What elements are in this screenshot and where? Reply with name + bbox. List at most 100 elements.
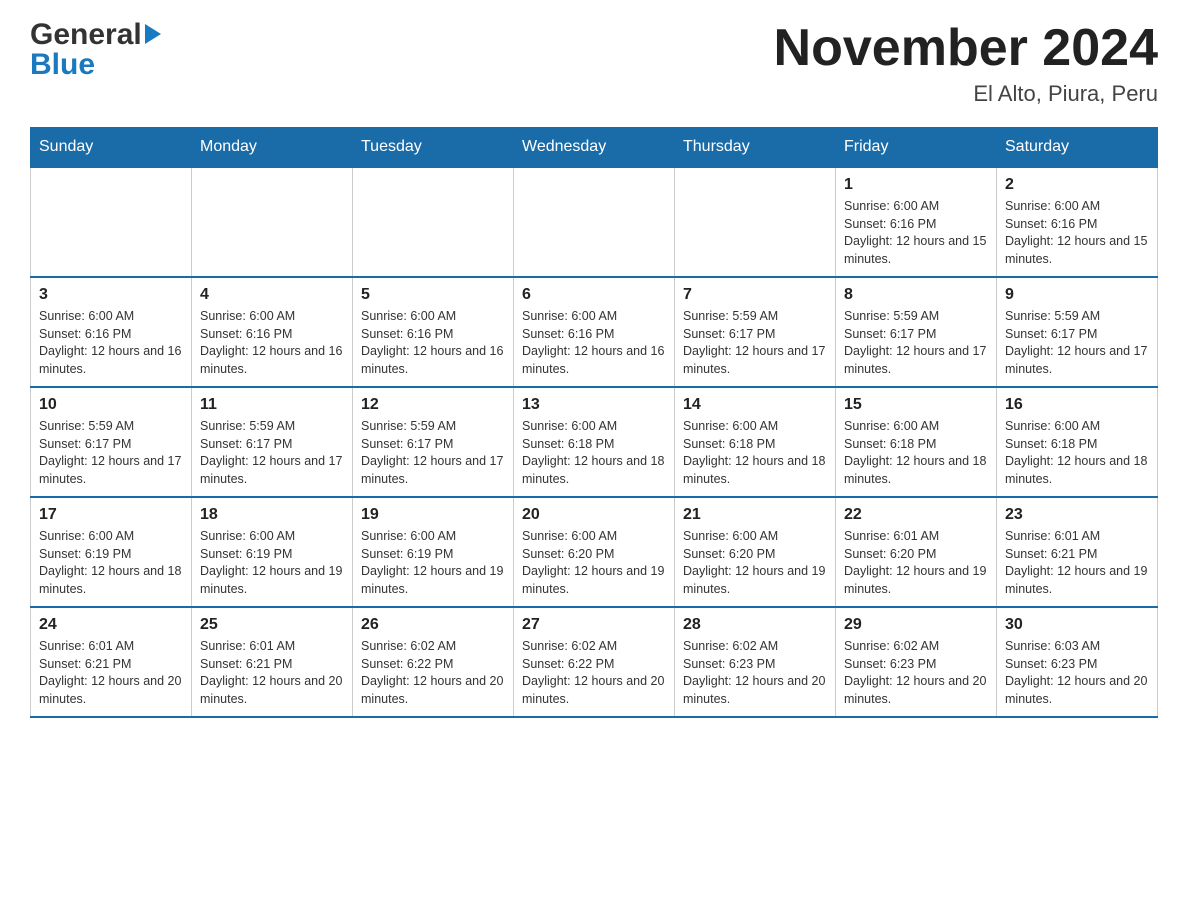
day-number: 17 (39, 506, 183, 524)
calendar-cell: 9Sunrise: 5:59 AMSunset: 6:17 PMDaylight… (997, 277, 1158, 387)
day-number: 28 (683, 616, 827, 634)
day-number: 18 (200, 506, 344, 524)
day-info: Sunrise: 6:00 AMSunset: 6:19 PMDaylight:… (361, 528, 505, 598)
calendar-cell: 3 Sunrise: 6:00 AMSunset: 6:16 PMDaylight… (31, 277, 192, 387)
day-number: 9 (1005, 286, 1149, 304)
calendar-cell: 14 Sunrise: 6:00 AMSunset: 6:18 PMDayligh… (675, 387, 836, 497)
page-header: General Blue November 2024 El Alto, Piur… (30, 20, 1158, 107)
day-number: 3 (39, 286, 183, 304)
day-info: Sunrise: 6:01 AMSunset: 6:21 PMDaylight:… (39, 638, 183, 708)
day-info: Sunrise: 5:59 AMSunset: 6:17 PMDaylight:… (844, 308, 988, 378)
day-info: Sunrise: 6:02 AMSunset: 6:22 PMDaylight:… (522, 638, 666, 708)
day-number: 30 (1005, 616, 1149, 634)
day-number: 8 (844, 286, 988, 304)
calendar-header-row: SundayMondayTuesdayWednesdayThursdayFrid… (31, 128, 1158, 168)
calendar-cell: 17Sunrise: 6:00 AMSunset: 6:19 PMDayligh… (31, 497, 192, 607)
calendar-cell: 20 Sunrise: 6:00 AMSunset: 6:20 PMDayligh… (514, 497, 675, 607)
logo: General Blue (30, 20, 161, 80)
calendar-cell: 10Sunrise: 5:59 AMSunset: 6:17 PMDayligh… (31, 387, 192, 497)
logo-triangle-icon (145, 24, 161, 44)
calendar-week-row: 17 Sunrise: 6:00 AMSunset: 6:19 PMDayligh… (31, 497, 1158, 607)
calendar-cell: 23 Sunrise: 6:01 AMSunset: 6:21 PMDayligh… (997, 497, 1158, 607)
day-number: 23 (1005, 506, 1149, 524)
day-info: Sunrise: 6:02 AMSunset: 6:23 PMDaylight:… (683, 638, 827, 708)
day-info: Sunrise: 6:00 AMSunset: 6:16 PMDaylight:… (844, 198, 988, 268)
calendar-cell (192, 167, 353, 277)
weekday-header-monday: Monday (192, 128, 353, 168)
day-number: 16 (1005, 396, 1149, 414)
day-info: Sunrise: 5:59 AMSunset: 6:17 PMDaylight:… (361, 418, 505, 488)
calendar-week-row: 24 Sunrise: 6:01 AMSunset: 6:21 PMDayligh… (31, 607, 1158, 717)
day-number: 22 (844, 506, 988, 524)
day-info: Sunrise: 6:00 AMSunset: 6:16 PMDaylight:… (522, 308, 666, 378)
calendar-cell: 12 Sunrise: 5:59 AMSunset: 6:17 PMDayligh… (353, 387, 514, 497)
weekday-header-thursday: Thursday (675, 128, 836, 168)
day-number: 12 (361, 396, 505, 414)
day-number: 26 (361, 616, 505, 634)
calendar-cell: 27 Sunrise: 6:02 AMSunset: 6:22 PMDayligh… (514, 607, 675, 717)
calendar-cell: 19 Sunrise: 6:00 AMSunset: 6:19 PMDayligh… (353, 497, 514, 607)
day-number: 27 (522, 616, 666, 634)
calendar-table: SundayMondayTuesdayWednesdayThursdayFrid… (30, 127, 1158, 718)
calendar-cell: 6 Sunrise: 6:00 AMSunset: 6:16 PMDaylight… (514, 277, 675, 387)
calendar-cell: 28 Sunrise: 6:02 AMSunset: 6:23 PMDayligh… (675, 607, 836, 717)
day-number: 15 (844, 396, 988, 414)
day-number: 24 (39, 616, 183, 634)
calendar-cell (514, 167, 675, 277)
day-number: 11 (200, 396, 344, 414)
day-number: 19 (361, 506, 505, 524)
day-number: 29 (844, 616, 988, 634)
title-area: November 2024 El Alto, Piura, Peru (774, 20, 1158, 107)
calendar-cell: 7Sunrise: 5:59 AMSunset: 6:17 PMDaylight… (675, 277, 836, 387)
calendar-cell: 25Sunrise: 6:01 AMSunset: 6:21 PMDayligh… (192, 607, 353, 717)
day-number: 1 (844, 176, 988, 194)
day-info: Sunrise: 6:01 AMSunset: 6:21 PMDaylight:… (1005, 528, 1149, 598)
weekday-header-friday: Friday (836, 128, 997, 168)
day-info: Sunrise: 6:00 AMSunset: 6:18 PMDaylight:… (683, 418, 827, 488)
calendar-subtitle: El Alto, Piura, Peru (774, 81, 1158, 107)
calendar-cell: 15Sunrise: 6:00 AMSunset: 6:18 PMDayligh… (836, 387, 997, 497)
calendar-cell: 29 Sunrise: 6:02 AMSunset: 6:23 PMDayligh… (836, 607, 997, 717)
day-info: Sunrise: 6:02 AMSunset: 6:23 PMDaylight:… (844, 638, 988, 708)
calendar-cell: 21Sunrise: 6:00 AMSunset: 6:20 PMDayligh… (675, 497, 836, 607)
calendar-cell: 22 Sunrise: 6:01 AMSunset: 6:20 PMDayligh… (836, 497, 997, 607)
calendar-cell (353, 167, 514, 277)
calendar-cell: 1 Sunrise: 6:00 AMSunset: 6:16 PMDaylight… (836, 167, 997, 277)
day-info: Sunrise: 5:59 AMSunset: 6:17 PMDaylight:… (200, 418, 344, 488)
day-info: Sunrise: 6:00 AMSunset: 6:16 PMDaylight:… (361, 308, 505, 378)
day-info: Sunrise: 6:01 AMSunset: 6:20 PMDaylight:… (844, 528, 988, 598)
day-info: Sunrise: 6:00 AMSunset: 6:16 PMDaylight:… (39, 308, 183, 378)
day-number: 21 (683, 506, 827, 524)
calendar-week-row: 1 Sunrise: 6:00 AMSunset: 6:16 PMDaylight… (31, 167, 1158, 277)
day-number: 25 (200, 616, 344, 634)
calendar-cell: 2Sunrise: 6:00 AMSunset: 6:16 PMDaylight… (997, 167, 1158, 277)
day-info: Sunrise: 6:02 AMSunset: 6:22 PMDaylight:… (361, 638, 505, 708)
calendar-week-row: 10Sunrise: 5:59 AMSunset: 6:17 PMDayligh… (31, 387, 1158, 497)
day-info: Sunrise: 6:00 AMSunset: 6:20 PMDaylight:… (522, 528, 666, 598)
day-number: 5 (361, 286, 505, 304)
weekday-header-sunday: Sunday (31, 128, 192, 168)
day-number: 14 (683, 396, 827, 414)
weekday-header-tuesday: Tuesday (353, 128, 514, 168)
calendar-cell: 16 Sunrise: 6:00 AMSunset: 6:18 PMDayligh… (997, 387, 1158, 497)
day-info: Sunrise: 6:00 AMSunset: 6:18 PMDaylight:… (522, 418, 666, 488)
day-info: Sunrise: 6:03 AMSunset: 6:23 PMDaylight:… (1005, 638, 1149, 708)
day-number: 6 (522, 286, 666, 304)
day-number: 7 (683, 286, 827, 304)
calendar-cell (31, 167, 192, 277)
calendar-title: November 2024 (774, 20, 1158, 77)
calendar-cell: 11 Sunrise: 5:59 AMSunset: 6:17 PMDayligh… (192, 387, 353, 497)
logo-general-text: General (30, 20, 142, 50)
day-info: Sunrise: 6:00 AMSunset: 6:18 PMDaylight:… (1005, 418, 1149, 488)
calendar-cell: 26 Sunrise: 6:02 AMSunset: 6:22 PMDayligh… (353, 607, 514, 717)
day-info: Sunrise: 6:00 AMSunset: 6:16 PMDaylight:… (1005, 198, 1149, 268)
calendar-cell: 18Sunrise: 6:00 AMSunset: 6:19 PMDayligh… (192, 497, 353, 607)
day-number: 13 (522, 396, 666, 414)
weekday-header-wednesday: Wednesday (514, 128, 675, 168)
calendar-cell: 4Sunrise: 6:00 AMSunset: 6:16 PMDaylight… (192, 277, 353, 387)
calendar-cell: 30 Sunrise: 6:03 AMSunset: 6:23 PMDayligh… (997, 607, 1158, 717)
weekday-header-saturday: Saturday (997, 128, 1158, 168)
calendar-cell: 5 Sunrise: 6:00 AMSunset: 6:16 PMDaylight… (353, 277, 514, 387)
calendar-cell (675, 167, 836, 277)
day-number: 20 (522, 506, 666, 524)
